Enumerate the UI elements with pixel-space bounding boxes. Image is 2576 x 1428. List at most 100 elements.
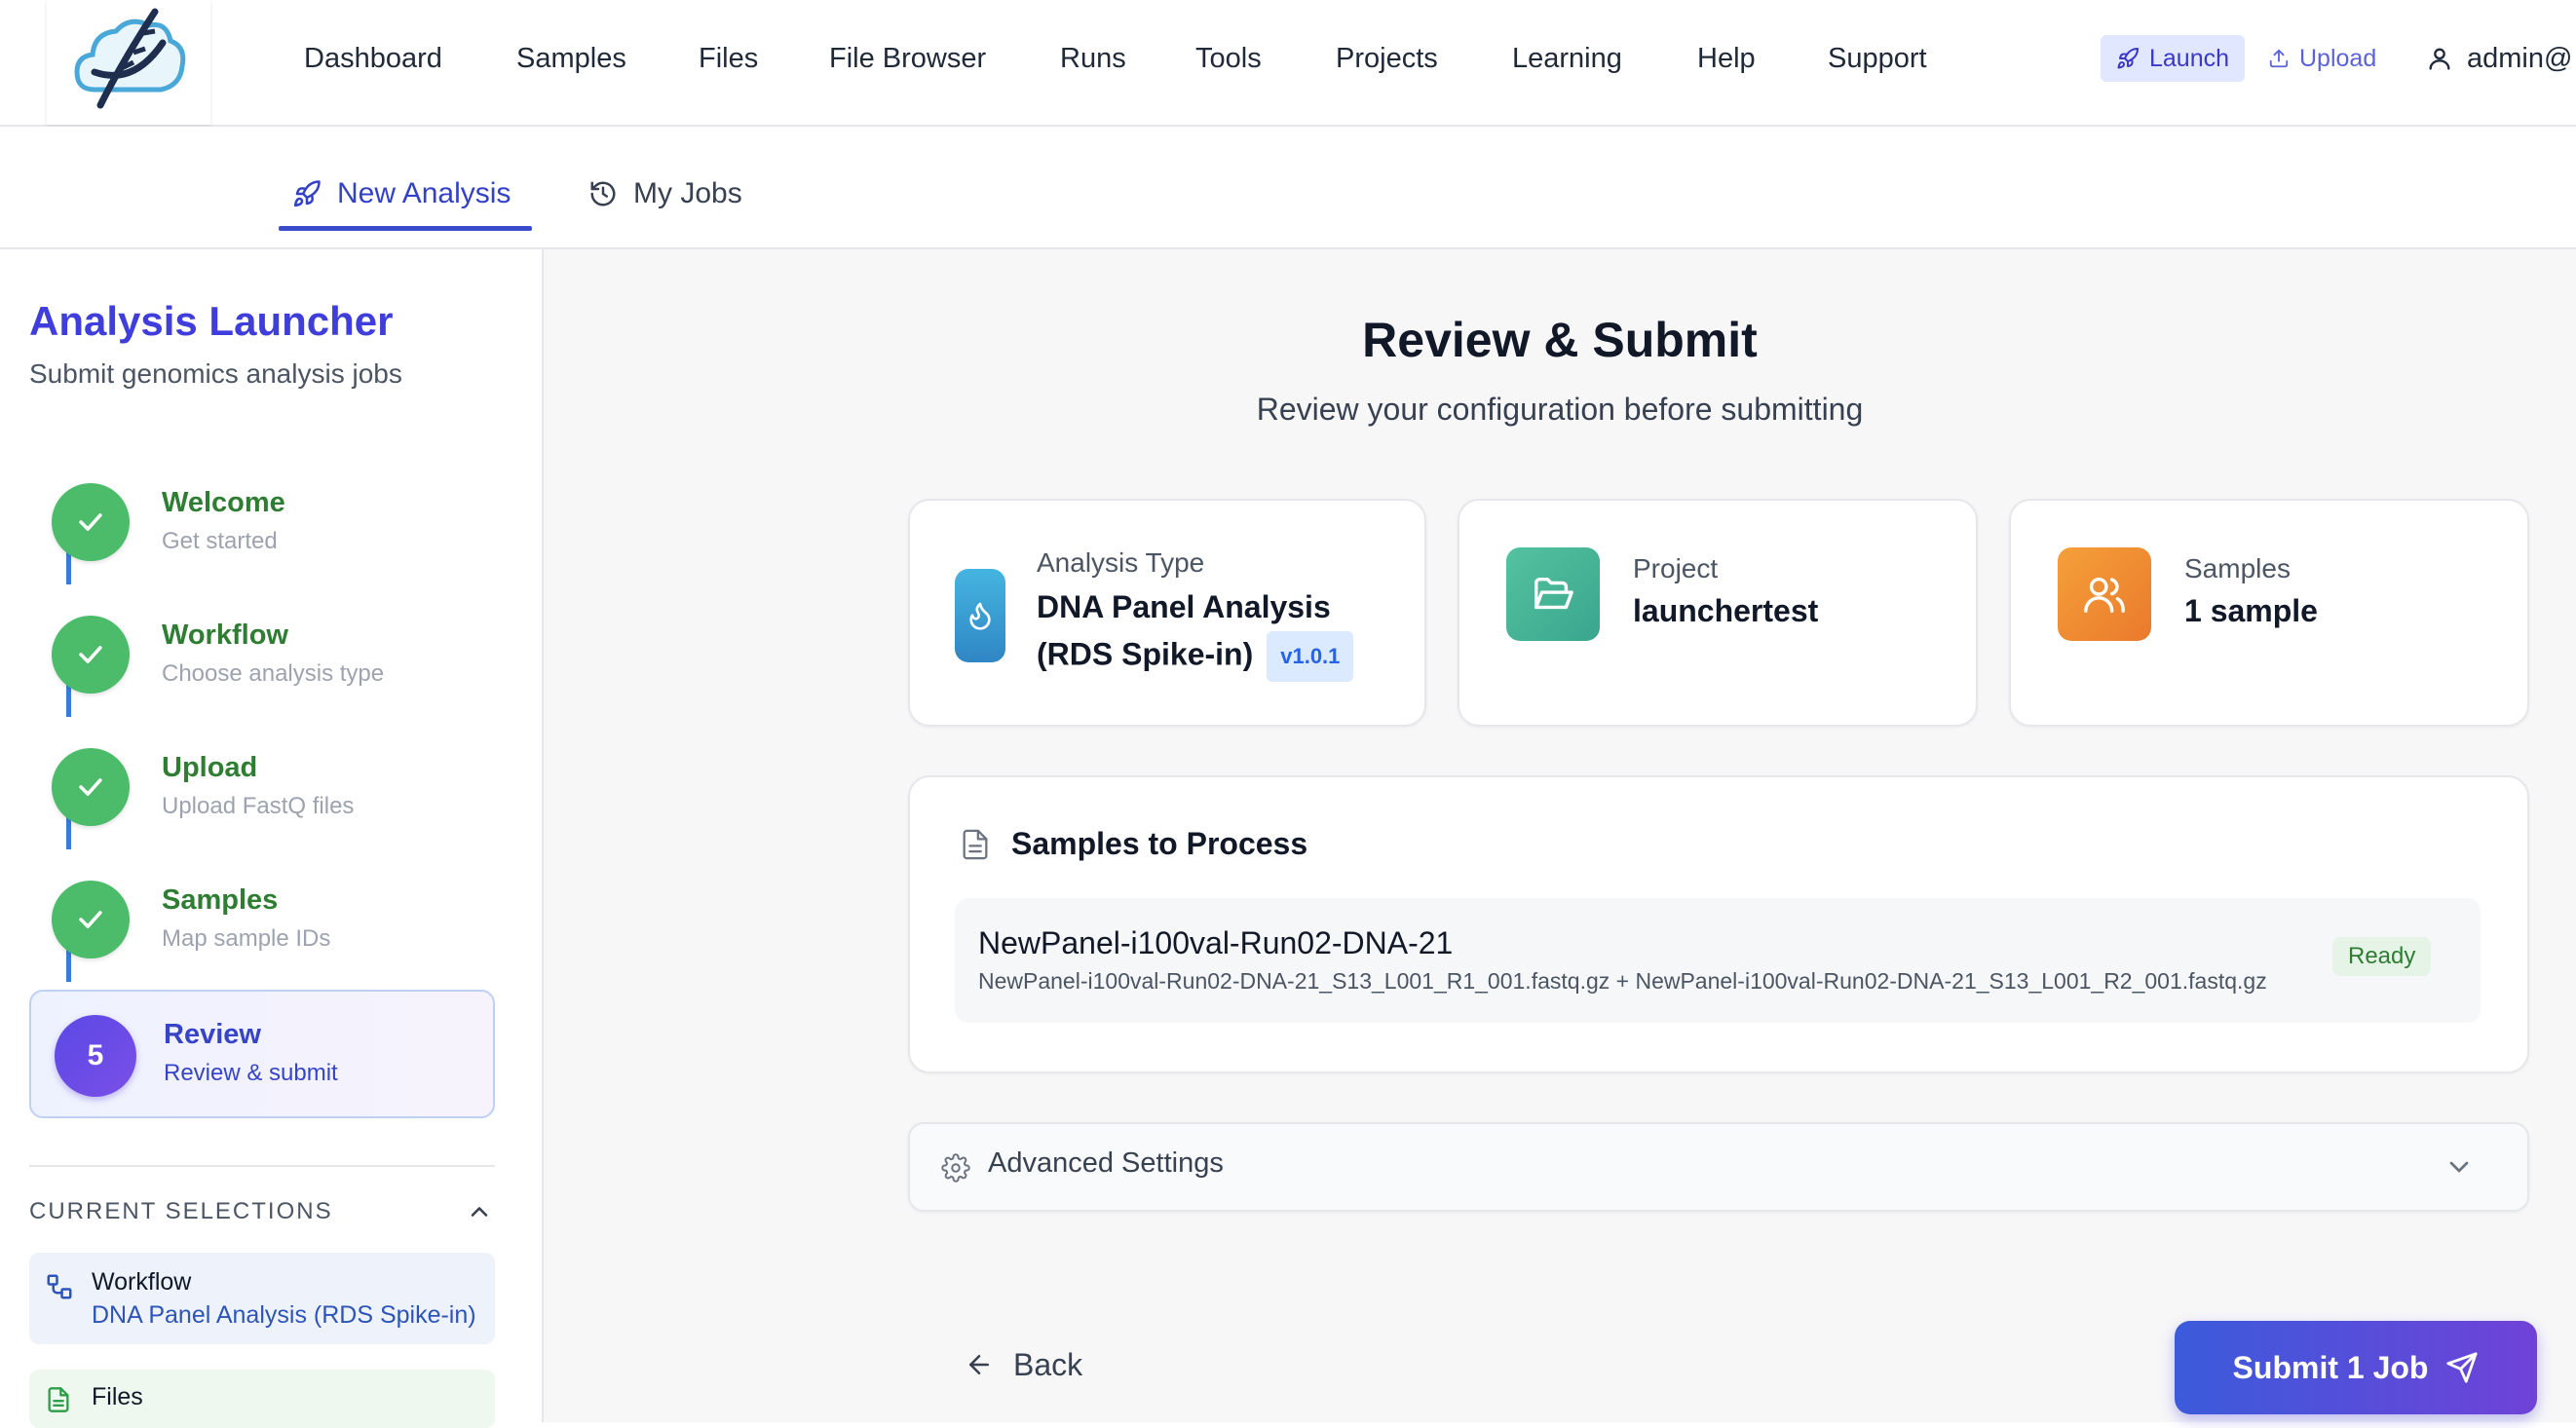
nav-projects[interactable]: Projects — [1336, 39, 1438, 78]
nav-learning[interactable]: Learning — [1512, 39, 1622, 78]
step-subtitle: Get started — [162, 528, 278, 554]
step-welcome[interactable] — [52, 483, 130, 561]
analysis-type-value: DNA Panel Analysis — [1037, 589, 1331, 624]
submit-button-label: Submit 1 Job — [2232, 1349, 2429, 1385]
page-subtitle: Review your configuration before submitt… — [1256, 392, 1864, 427]
selection-workflow: Workflow DNA Panel Analysis (RDS Spike-i… — [29, 1253, 495, 1344]
launch-button[interactable]: Launch — [2101, 35, 2245, 82]
selection-workflow-label: Workflow — [92, 1268, 192, 1296]
step-subtitle: Upload FastQ files — [162, 793, 355, 819]
step-title: Workflow — [162, 620, 288, 651]
sidebar-subtitle: Submit genomics analysis jobs — [29, 358, 402, 389]
tab-new-analysis-label: New Analysis — [337, 177, 511, 209]
users-icon — [2084, 577, 2125, 613]
check-icon — [79, 778, 102, 796]
step-title: Welcome — [162, 487, 285, 518]
selection-files: Files — [29, 1370, 495, 1428]
arrow-left-icon — [969, 1355, 989, 1374]
user-icon — [2429, 48, 2450, 70]
step-subtitle: Map sample IDs — [162, 925, 331, 952]
tab-new-analysis[interactable]: New Analysis — [292, 169, 511, 218]
tab-my-jobs[interactable]: My Jobs — [588, 169, 742, 218]
upload-icon — [2269, 49, 2289, 68]
step-upload[interactable] — [52, 748, 130, 826]
back-button[interactable]: Back — [965, 1340, 1082, 1389]
step-workflow[interactable] — [52, 616, 130, 694]
sample-name: NewPanel-i100val-Run02-DNA-21 — [978, 925, 1454, 960]
project-label: Project — [1633, 553, 1719, 583]
sidebar-title: Analysis Launcher — [29, 298, 394, 344]
page-title: Review & Submit — [1362, 313, 1758, 367]
file-icon — [48, 1387, 69, 1412]
app-logo[interactable] — [47, 0, 210, 125]
divider — [29, 1165, 495, 1167]
collapse-selections-button[interactable] — [466, 1198, 493, 1225]
launcher-sidebar: Analysis Launcher Submit genomics analys… — [0, 249, 544, 1428]
history-icon — [590, 181, 616, 207]
folder-open-icon — [1534, 577, 1573, 610]
advanced-settings-toggle[interactable]: Advanced Settings — [908, 1122, 2529, 1212]
status-badge: Ready — [2332, 937, 2432, 976]
step-title: Review — [164, 1019, 261, 1050]
step-review[interactable]: 5 Review Review & submit — [29, 990, 495, 1118]
gear-icon-wrap — [941, 1153, 970, 1183]
check-icon — [79, 911, 102, 928]
samples-to-process-panel: Samples to Process NewPanel-i100val-Run0… — [908, 775, 2529, 1073]
tab-my-jobs-label: My Jobs — [633, 177, 742, 209]
chevron-wrap — [2443, 1151, 2475, 1183]
dna-cloud-logo-icon — [74, 8, 186, 109]
upload-button-label: Upload — [2299, 44, 2377, 72]
back-button-label: Back — [1013, 1346, 1083, 1382]
active-tab-indicator — [279, 226, 532, 231]
sample-files: NewPanel-i100val-Run02-DNA-21_S13_L001_R… — [978, 968, 2267, 994]
current-selections-heading: CURRENT SELECTIONS — [29, 1198, 333, 1224]
sample-row: NewPanel-i100val-Run02-DNA-21 NewPanel-i… — [955, 898, 2481, 1023]
upload-button[interactable]: Upload — [2268, 35, 2376, 82]
step-samples[interactable] — [52, 881, 130, 958]
chevron-up-icon — [471, 1207, 488, 1217]
step-number: 5 — [55, 1015, 136, 1097]
project-icon-badge — [1506, 547, 1600, 641]
top-navigation-bar: Dashboard Samples Files File Browser Run… — [0, 0, 2576, 127]
nav-support[interactable]: Support — [1828, 39, 1927, 78]
workflow-icon-wrap — [45, 1272, 74, 1301]
files-icon-wrap — [45, 1385, 72, 1414]
rocket-icon — [2117, 47, 2139, 69]
samples-icon-badge — [2058, 547, 2151, 641]
main-content: Review & Submit Review your configuratio… — [544, 249, 2576, 1422]
samples-label: Samples — [2184, 553, 2291, 583]
analysis-type-icon-badge — [955, 569, 1005, 662]
user-menu[interactable]: admin@ — [2426, 35, 2572, 82]
document-icon-wrap — [959, 826, 992, 863]
project-card: Project launchertest — [1458, 499, 1978, 727]
nav-tools[interactable]: Tools — [1195, 39, 1262, 78]
analysis-type-label: Analysis Type — [1037, 547, 1205, 578]
check-icon — [79, 646, 102, 663]
document-icon — [963, 829, 988, 860]
analysis-type-value-line2: (RDS Spike-in) v1.0.1 — [1037, 631, 1354, 682]
nav-samples[interactable]: Samples — [516, 39, 626, 78]
user-name: admin@ — [2467, 42, 2573, 74]
nav-runs[interactable]: Runs — [1060, 39, 1126, 78]
send-icon — [2446, 1352, 2479, 1383]
samples-to-process-title: Samples to Process — [1011, 826, 1308, 861]
chevron-down-icon — [2449, 1161, 2469, 1173]
project-value: launchertest — [1633, 593, 1819, 628]
flame-icon — [969, 602, 991, 630]
advanced-settings-label: Advanced Settings — [988, 1147, 1224, 1179]
nav-file-browser[interactable]: File Browser — [829, 39, 986, 78]
nav-dashboard[interactable]: Dashboard — [304, 39, 442, 78]
step-title: Upload — [162, 752, 258, 783]
samples-count: 1 sample — [2184, 593, 2318, 628]
launch-button-label: Launch — [2148, 44, 2230, 72]
check-icon — [79, 513, 102, 531]
step-title: Samples — [162, 884, 279, 916]
step-subtitle: Choose analysis type — [162, 660, 385, 687]
samples-card: Samples 1 sample — [2009, 499, 2529, 727]
submit-job-button[interactable]: Submit 1 Job — [2175, 1321, 2537, 1414]
workflow-icon — [47, 1274, 72, 1299]
analysis-type-card: Analysis Type DNA Panel Analysis (RDS Sp… — [908, 499, 1426, 727]
nav-help[interactable]: Help — [1697, 39, 1756, 78]
nav-files[interactable]: Files — [699, 39, 758, 78]
selection-files-label: Files — [92, 1383, 143, 1410]
